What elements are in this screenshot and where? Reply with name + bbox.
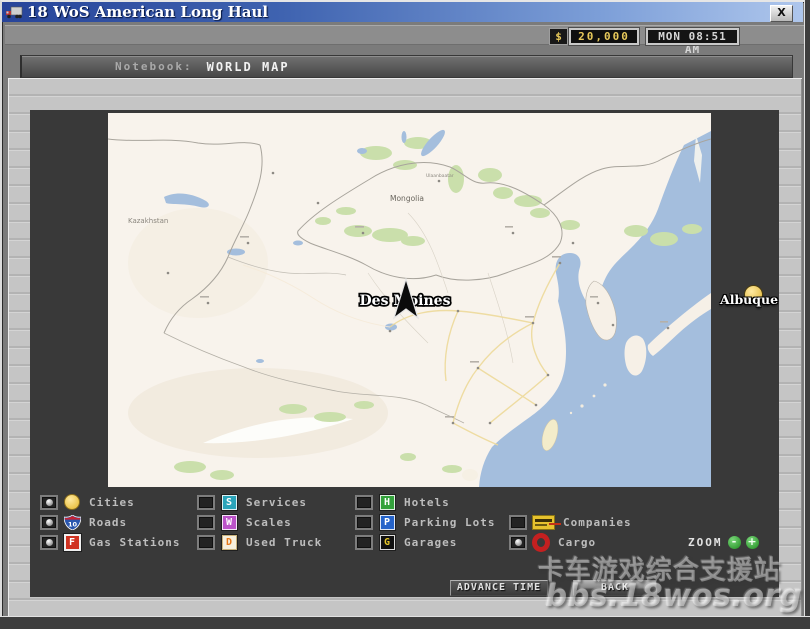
zoom-label: ZOOM	[688, 536, 723, 549]
cargo-label: Cargo	[558, 536, 596, 549]
window-edge-bottom	[0, 616, 810, 629]
companies-checkbox[interactable]	[509, 515, 527, 530]
scales-label: Scales	[246, 516, 292, 529]
cargo-ring-icon	[532, 533, 550, 552]
companies-label: Companies	[563, 516, 632, 529]
garages-label: Garages	[404, 536, 457, 549]
zoom-out-button[interactable]: -	[728, 536, 741, 549]
legend-item-cargo: Cargo	[509, 533, 596, 551]
legend-item-services: S Services	[197, 493, 307, 511]
legend-item-garages: G Garages	[355, 533, 457, 551]
legend-item-hotels: H Hotels	[355, 493, 450, 511]
legend-item-used-truck: D Used Truck	[197, 533, 322, 551]
gas-checkbox[interactable]	[40, 535, 58, 550]
cities-icon	[64, 494, 80, 510]
notebook-label: Notebook:	[115, 60, 193, 73]
mongolia-label: Mongolia	[390, 194, 424, 203]
zoom-control: ZOOM - +	[688, 536, 759, 549]
interstate-shield-icon: 10	[64, 515, 81, 530]
services-label: Services	[246, 496, 307, 509]
used-truck-checkbox[interactable]	[197, 535, 215, 550]
page-title: WORLD MAP	[207, 60, 290, 74]
ulaanbaatar-label: Ulaanbaatar	[426, 173, 454, 179]
window-title: 18 WoS American Long Haul	[27, 3, 268, 21]
gas-stations-icon: F	[64, 534, 81, 551]
services-icon: S	[222, 495, 237, 510]
legend-item-roads: 10 Roads	[40, 513, 127, 531]
money-display: 20,000	[569, 28, 639, 45]
roads-label: Roads	[89, 516, 127, 529]
cargo-checkbox[interactable]	[509, 535, 527, 550]
garages-icon: G	[380, 535, 395, 550]
used-truck-icon: D	[222, 535, 237, 550]
svg-text:10: 10	[67, 520, 77, 528]
window-edge-right	[804, 0, 810, 629]
truck-icon	[5, 5, 23, 20]
hotels-icon: H	[380, 495, 395, 510]
legend-item-companies: Companies	[509, 513, 632, 531]
city-marker-albuquerque[interactable]: Albuque	[718, 283, 780, 313]
kazakhstan-label: Kazakhstan	[128, 217, 168, 225]
parking-icon: P	[380, 515, 395, 530]
world-map[interactable]: Kazakhstan Mongolia Ulaanbaatar Des Moin…	[108, 113, 711, 487]
legend-item-gas: F Gas Stations	[40, 533, 180, 551]
scales-checkbox[interactable]	[197, 515, 215, 530]
roads-checkbox[interactable]	[40, 515, 58, 530]
advance-time-button[interactable]: ADVANCE TIME	[450, 580, 548, 596]
hotels-label: Hotels	[404, 496, 450, 509]
back-button[interactable]: BACK	[573, 580, 657, 596]
parking-label: Parking Lots	[404, 516, 495, 529]
currency-symbol: $	[549, 28, 568, 45]
used-truck-label: Used Truck	[246, 536, 322, 549]
company-logo-icon	[532, 515, 555, 530]
legend-item-scales: W Scales	[197, 513, 292, 531]
city-marker-label: Albuque	[720, 292, 778, 307]
legend-item-cities: Cities	[40, 493, 135, 511]
services-checkbox[interactable]	[197, 495, 215, 510]
game-window: 18 WoS American Long Haul X $ 20,000 MON…	[0, 0, 810, 629]
legend-item-parking: P Parking Lots	[355, 513, 495, 531]
scales-icon: W	[222, 515, 237, 530]
parking-checkbox[interactable]	[355, 515, 373, 530]
hotels-checkbox[interactable]	[355, 495, 373, 510]
cities-checkbox[interactable]	[40, 495, 58, 510]
notebook-header: Notebook: WORLD MAP	[20, 55, 793, 78]
cities-label: Cities	[89, 496, 135, 509]
titlebar[interactable]: 18 WoS American Long Haul X	[2, 2, 803, 22]
garages-checkbox[interactable]	[355, 535, 373, 550]
close-button[interactable]: X	[770, 5, 793, 22]
zoom-in-button[interactable]: +	[746, 536, 759, 549]
gas-label: Gas Stations	[89, 536, 180, 549]
clock-display: MON 08:51 AM	[646, 28, 739, 45]
